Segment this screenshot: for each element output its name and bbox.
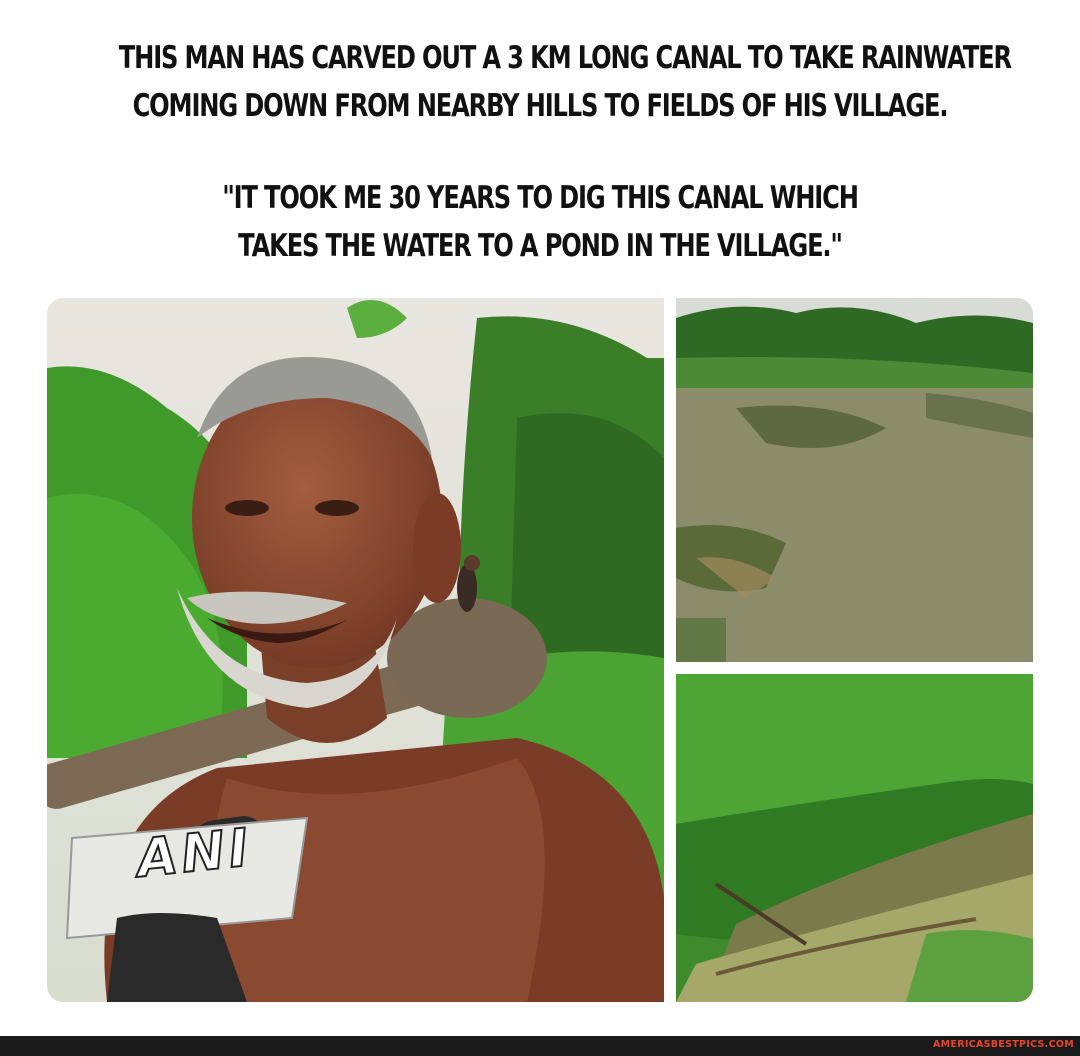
quote-line-2: TAKES THE WATER TO A POND IN THE VILLAGE… <box>238 228 843 264</box>
photo-collage: ANI <box>47 298 1033 1002</box>
headline-line-2: COMING DOWN FROM NEARBY HILLS TO FIELDS … <box>132 88 949 124</box>
man-illustration <box>47 298 664 1002</box>
pond-illustration <box>676 298 1033 662</box>
canal-photo <box>676 674 1033 1002</box>
canal-illustration <box>676 674 1033 1002</box>
quote-line-1: "IT TOOK ME 30 YEARS TO DIG THIS CANAL W… <box>222 180 859 216</box>
man-photo: ANI <box>47 298 664 1002</box>
pond-photo <box>676 298 1033 662</box>
footer-bar: AMERICASBESTPICS.COM <box>0 1036 1080 1056</box>
headline: THIS MAN HAS CARVED OUT A 3 KM LONG CANA… <box>118 34 1012 130</box>
quote: "IT TOOK ME 30 YEARS TO DIG THIS CANAL W… <box>119 174 961 270</box>
headline-line-1: THIS MAN HAS CARVED OUT A 3 KM LONG CANA… <box>118 40 1012 76</box>
site-watermark: AMERICASBESTPICS.COM <box>933 1039 1074 1050</box>
